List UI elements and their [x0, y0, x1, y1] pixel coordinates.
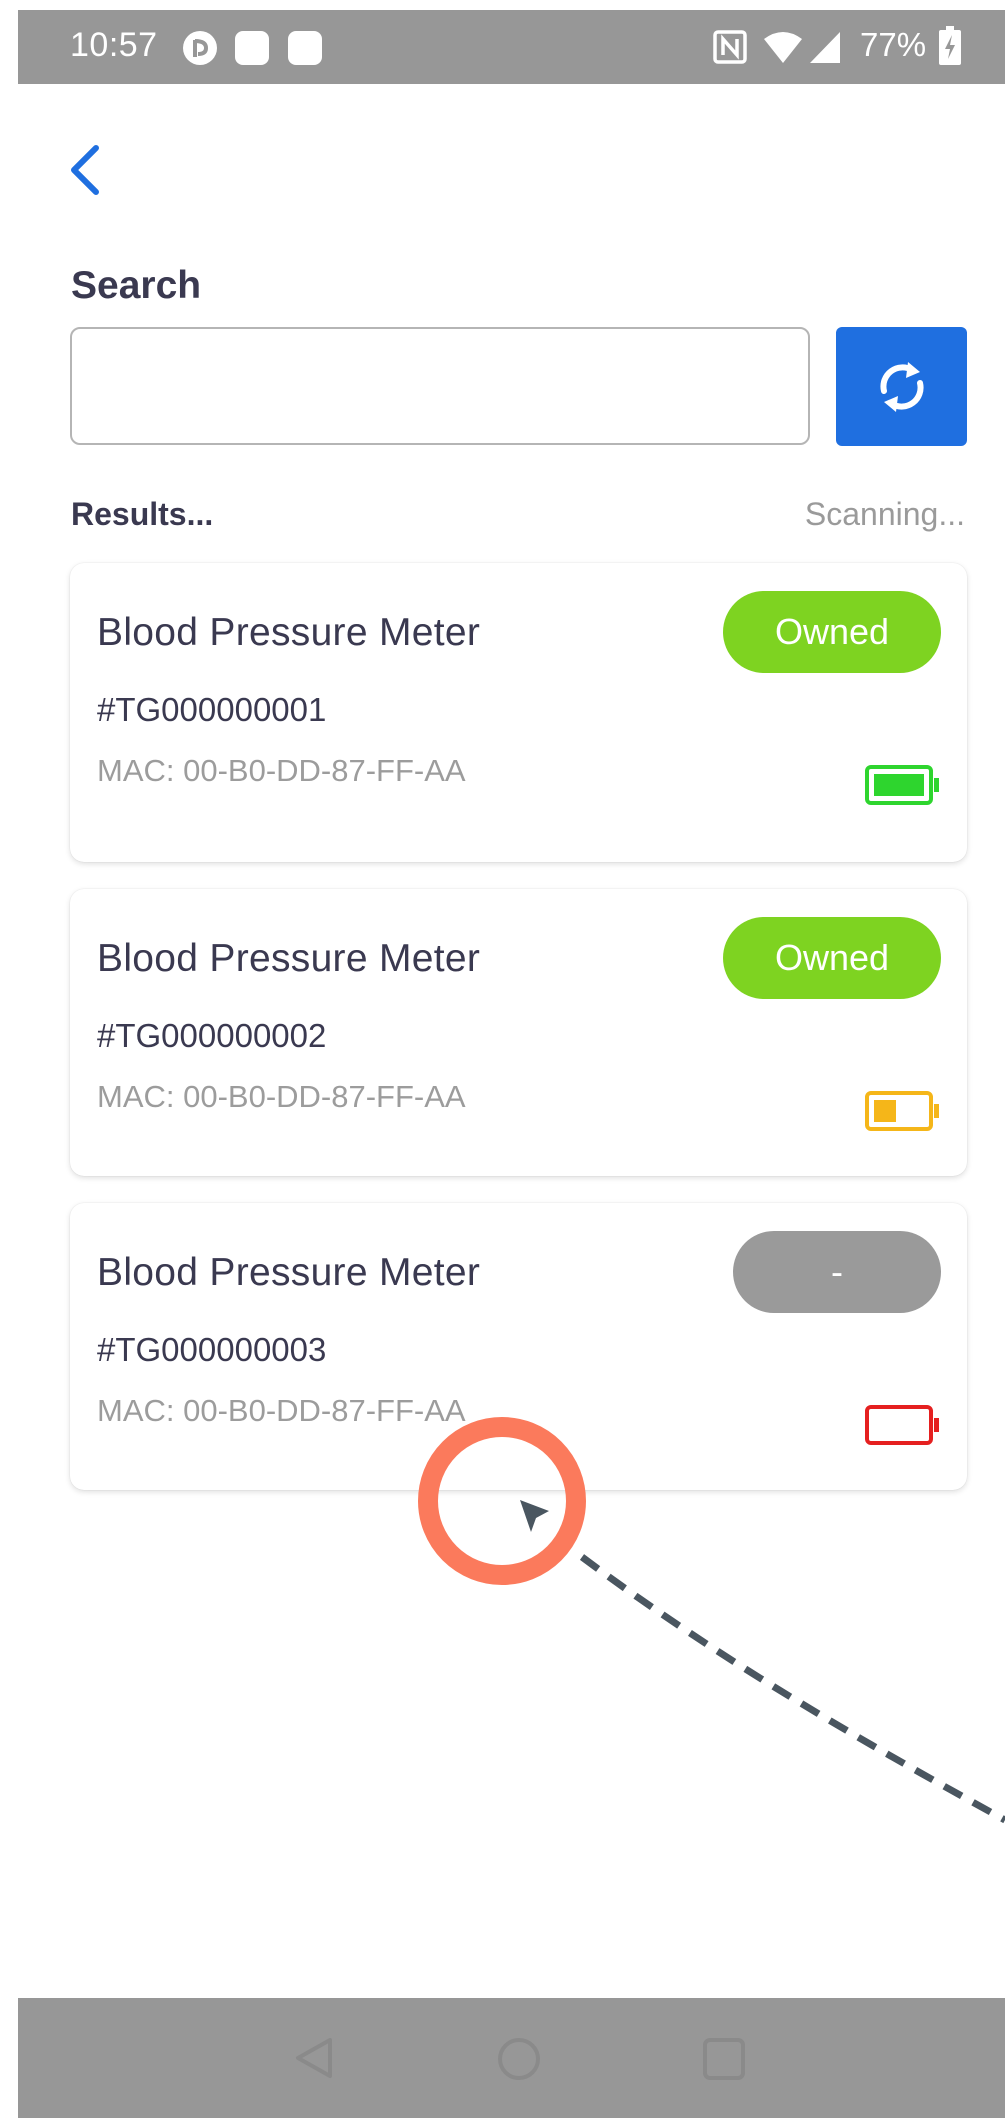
back-button[interactable] [62, 140, 112, 200]
battery-full-icon [865, 765, 939, 805]
pointer-arrowhead-icon [520, 1500, 549, 1532]
device-card[interactable]: Blood Pressure Meter Owned #TG000000001 … [70, 563, 967, 862]
system-navigation-bar [18, 1998, 1005, 2118]
search-label: Search [71, 264, 202, 307]
status-time: 10:57 [70, 26, 158, 64]
status-bar: 10:57 77% [18, 10, 1005, 84]
battery-percent: 77% [860, 26, 927, 63]
cell-signal-icon [810, 32, 840, 63]
status-badge: Owned [723, 917, 941, 999]
wifi-icon [764, 32, 802, 63]
device-mac: MAC: 00-B0-DD-87-FF-AA [97, 753, 466, 788]
scanning-status: Scanning... [804, 496, 965, 532]
chevron-left-icon [71, 145, 99, 195]
dashed-pointer-line [579, 1554, 1005, 1824]
status-badge: Owned [723, 591, 941, 673]
device-name: Blood Pressure Meter [97, 1251, 481, 1294]
nfc-icon [713, 30, 747, 64]
battery-charging-icon [939, 26, 961, 65]
refresh-icon [879, 361, 924, 412]
search-input[interactable] [70, 327, 810, 445]
refresh-button[interactable] [836, 327, 967, 446]
app-notification-icon [183, 31, 217, 65]
screen-margin [0, 0, 18, 2118]
battery-half-icon [865, 1091, 939, 1131]
square-notification-icon [235, 31, 269, 65]
device-name: Blood Pressure Meter [97, 611, 481, 654]
device-name: Blood Pressure Meter [97, 937, 481, 980]
battery-empty-icon [865, 1405, 939, 1445]
device-mac: MAC: 00-B0-DD-87-FF-AA [97, 1393, 466, 1428]
back-triangle-icon[interactable] [290, 2036, 340, 2080]
status-badge: - [733, 1231, 941, 1313]
device-id: #TG000000002 [97, 1017, 327, 1054]
device-id: #TG000000003 [97, 1331, 327, 1368]
device-mac: MAC: 00-B0-DD-87-FF-AA [97, 1079, 466, 1114]
recents-square-icon[interactable] [701, 2036, 747, 2082]
device-id: #TG000000001 [97, 691, 327, 728]
square-notification-icon [288, 31, 322, 65]
results-label: Results... [71, 496, 214, 532]
device-card[interactable]: Blood Pressure Meter Owned #TG000000002 … [70, 889, 967, 1176]
device-card[interactable]: Blood Pressure Meter - #TG000000003 MAC:… [70, 1203, 967, 1490]
home-circle-icon[interactable] [496, 2036, 542, 2082]
